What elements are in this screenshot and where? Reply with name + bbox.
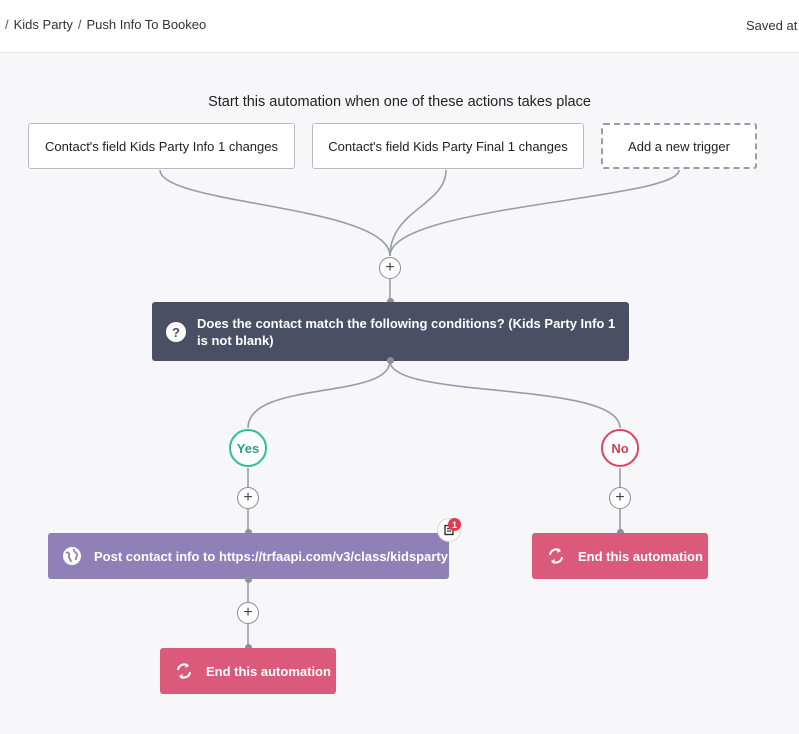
branch-no[interactable]: No — [601, 429, 639, 467]
flow-connectors — [159, 169, 680, 648]
refresh-icon — [549, 548, 563, 564]
add-trigger-button[interactable]: Add a new trigger — [601, 123, 757, 169]
condition-step[interactable]: ? Does the contact match the following c… — [152, 302, 629, 361]
add-step-button-yes[interactable]: + — [237, 487, 259, 509]
trigger-kids-party-final-1[interactable]: Contact's field Kids Party Final 1 chang… — [312, 123, 584, 169]
refresh-icon — [177, 663, 191, 679]
trigger-kids-party-info-1[interactable]: Contact's field Kids Party Info 1 change… — [28, 123, 295, 169]
globe-icon — [63, 547, 81, 565]
connector-trigger-3 — [389, 169, 680, 257]
connector-condition-to-no — [389, 360, 621, 429]
trigger-heading: Start this automation when one of these … — [208, 94, 591, 110]
webhook-action[interactable]: Post contact info to https://trfaapi.com… — [48, 533, 449, 579]
end-automation-label: End this automation — [578, 548, 703, 564]
connector-condition-to-yes — [247, 360, 391, 429]
notes-count-badge: 1 — [448, 518, 461, 531]
branch-yes[interactable]: Yes — [229, 429, 267, 467]
question-icon: ? — [166, 322, 186, 342]
connector-dot — [245, 576, 252, 583]
webhook-action-label: Post contact info to https://trfaapi.com… — [94, 548, 448, 564]
connector-trigger-1 — [159, 169, 391, 257]
add-step-button[interactable]: + — [379, 257, 401, 279]
notes-badge[interactable]: 1 — [437, 518, 463, 544]
add-step-button-no[interactable]: + — [609, 487, 631, 509]
end-automation-label: End this automation — [206, 663, 331, 679]
end-automation-action-yes[interactable]: End this automation — [160, 648, 336, 694]
connector-dot — [387, 357, 394, 364]
add-step-button-after-webhook[interactable]: + — [237, 602, 259, 624]
connector-trigger-2 — [389, 169, 447, 257]
condition-text: Does the contact match the following con… — [197, 316, 616, 348]
end-automation-action-no[interactable]: End this automation — [532, 533, 708, 579]
